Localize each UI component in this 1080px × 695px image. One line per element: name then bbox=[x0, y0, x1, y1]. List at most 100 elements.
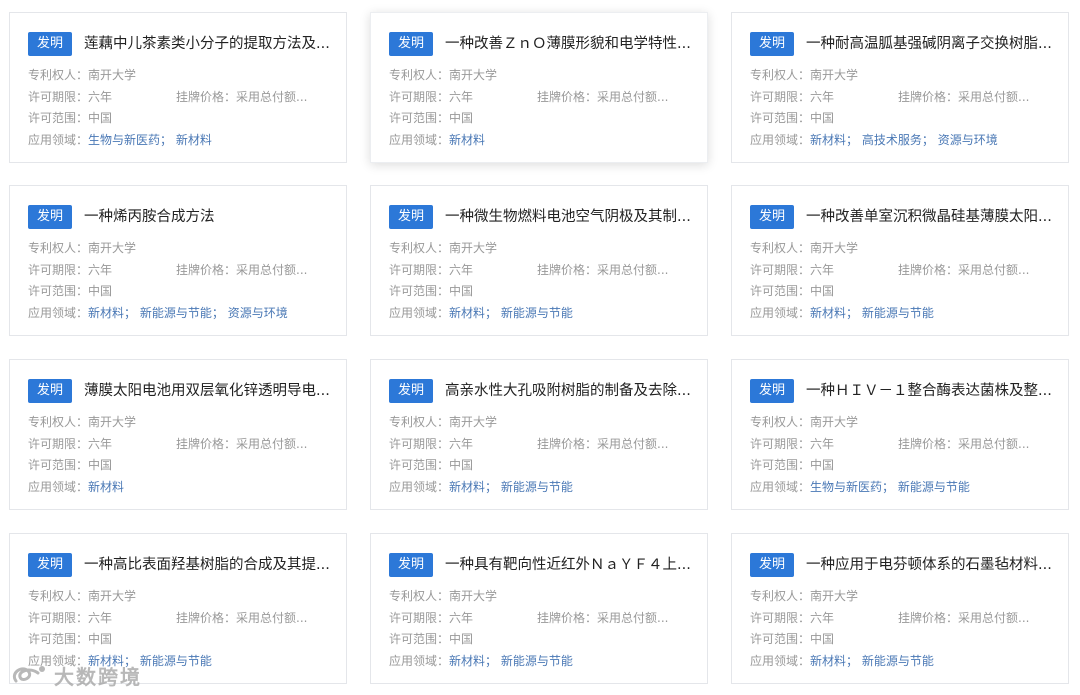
field-separator: ； bbox=[485, 306, 501, 320]
field-separator: ； bbox=[846, 306, 862, 320]
patent-title[interactable]: 一种ＨＩＶ－１整合酶表达菌株及整... bbox=[806, 379, 1058, 403]
field-tag-link[interactable]: 生物与新医药 bbox=[88, 133, 160, 147]
owner-label: 专利权人： bbox=[750, 241, 811, 255]
owner-value: 南开大学 bbox=[449, 68, 498, 82]
owner-label: 专利权人： bbox=[389, 589, 450, 603]
owner-value: 南开大学 bbox=[88, 241, 137, 255]
field-tag-link[interactable]: 资源与环境 bbox=[228, 306, 288, 320]
patent-title[interactable]: 一种烯丙胺合成方法 bbox=[84, 205, 336, 229]
patent-card[interactable]: 发明 一种微生物燃料电池空气阴极及其制... 专利权人：南开大学 许可期限：六年 挂牌价… bbox=[370, 185, 708, 336]
field-tag-link[interactable]: 高技术服务 bbox=[862, 133, 922, 147]
field-tag-link[interactable]: 新能源与节能 bbox=[862, 654, 934, 668]
field-tag-link[interactable]: 新材料 bbox=[810, 306, 846, 320]
owner-label: 专利权人： bbox=[750, 68, 811, 82]
owner-label: 专利权人： bbox=[750, 415, 811, 429]
field-tag-link[interactable]: 新材料 bbox=[88, 480, 124, 494]
field-tag-link[interactable]: 新能源与节能 bbox=[501, 654, 573, 668]
scope-label: 许可范围： bbox=[750, 284, 811, 298]
owner-row: 专利权人：南开大学 bbox=[389, 66, 497, 84]
price-label: 挂牌价格： bbox=[537, 263, 598, 277]
owner-row: 专利权人：南开大学 bbox=[750, 413, 858, 431]
field-tag-link[interactable]: 新材料 bbox=[176, 133, 212, 147]
field-label: 应用领域： bbox=[389, 480, 450, 494]
field-label: 应用领域： bbox=[28, 480, 89, 494]
field-tag-link[interactable]: 新材料 bbox=[449, 480, 485, 494]
patent-title[interactable]: 薄膜太阳电池用双层氧化锌透明导电... bbox=[84, 379, 336, 403]
patent-title[interactable]: 一种高比表面羟基树脂的合成及其提... bbox=[84, 553, 336, 577]
field-row: 应用领域：生物与新医药； 新材料 bbox=[28, 131, 212, 149]
field-separator: ； bbox=[211, 306, 228, 320]
patent-card[interactable]: 发明 一种具有靶向性近红外ＮａＹＦ４上... 专利权人：南开大学 许可期限：六年 挂牌价… bbox=[370, 533, 708, 684]
price-label: 挂牌价格： bbox=[176, 437, 237, 451]
scope-value: 中国 bbox=[449, 111, 474, 125]
patent-card[interactable]: 发明 高亲水性大孔吸附树脂的制备及去除... 专利权人：南开大学 许可期限：六年 挂牌价… bbox=[370, 359, 708, 510]
field-tag-link[interactable]: 新材料 bbox=[88, 306, 124, 320]
scope-label: 许可范围： bbox=[389, 632, 450, 646]
field-tag-link[interactable]: 新材料 bbox=[810, 133, 846, 147]
patent-card[interactable]: 发明 薄膜太阳电池用双层氧化锌透明导电... 专利权人：南开大学 许可期限：六年 挂牌价… bbox=[9, 359, 347, 510]
field-tag-link[interactable]: 新材料 bbox=[449, 133, 485, 147]
patent-title[interactable]: 一种具有靶向性近红外ＮａＹＦ４上... bbox=[445, 553, 697, 577]
patent-card[interactable]: 发明 一种应用于电芬顿体系的石墨毡材料... 专利权人：南开大学 许可期限：六年 挂牌价… bbox=[731, 533, 1069, 684]
price-value: 采用总付额... bbox=[958, 90, 1030, 104]
term-value: 六年 bbox=[810, 90, 835, 104]
term-value: 六年 bbox=[810, 611, 835, 625]
field-tag-link[interactable]: 新能源与节能 bbox=[862, 306, 934, 320]
patent-title[interactable]: 一种耐高温胍基强碱阴离子交换树脂... bbox=[806, 32, 1058, 56]
field-label: 应用领域： bbox=[389, 133, 450, 147]
patent-card[interactable]: 发明 一种改善ＺｎＯ薄膜形貌和电学特性... 专利权人：南开大学 许可期限：六年 挂牌价… bbox=[370, 12, 708, 163]
price-label: 挂牌价格： bbox=[898, 263, 959, 277]
patent-title[interactable]: 一种应用于电芬顿体系的石墨毡材料... bbox=[806, 553, 1058, 577]
patent-card[interactable]: 发明 莲藕中儿茶素类小分子的提取方法及... 专利权人：南开大学 许可期限：六年 挂牌价… bbox=[9, 12, 347, 163]
term-row: 许可期限：六年 bbox=[389, 88, 473, 106]
field-row: 应用领域：新材料 bbox=[389, 131, 485, 149]
scope-label: 许可范围： bbox=[750, 458, 811, 472]
field-tag-link[interactable]: 新能源与节能 bbox=[501, 306, 573, 320]
patent-card[interactable]: 发明 一种ＨＩＶ－１整合酶表达菌株及整... 专利权人：南开大学 许可期限：六年 挂牌价… bbox=[731, 359, 1069, 510]
field-tag-link[interactable]: 新材料 bbox=[449, 306, 485, 320]
price-row: 挂牌价格：采用总付额... bbox=[176, 435, 336, 453]
field-separator: ； bbox=[846, 133, 862, 147]
field-tag-link[interactable]: 新材料 bbox=[810, 654, 846, 668]
patent-card[interactable]: 发明 一种耐高温胍基强碱阴离子交换树脂... 专利权人：南开大学 许可期限：六年 挂牌价… bbox=[731, 12, 1069, 163]
price-value: 采用总付额... bbox=[958, 263, 1030, 277]
term-value: 六年 bbox=[810, 437, 835, 451]
patent-title[interactable]: 一种微生物燃料电池空气阴极及其制... bbox=[445, 205, 697, 229]
field-separator: ； bbox=[846, 654, 862, 668]
patent-title[interactable]: 高亲水性大孔吸附树脂的制备及去除... bbox=[445, 379, 697, 403]
owner-row: 专利权人：南开大学 bbox=[389, 587, 497, 605]
owner-value: 南开大学 bbox=[810, 415, 859, 429]
patent-card[interactable]: 发明 一种烯丙胺合成方法 专利权人：南开大学 许可期限：六年 挂牌价格：采用总付额...… bbox=[9, 185, 347, 336]
patent-title[interactable]: 一种改善单室沉积微晶硅基薄膜太阳... bbox=[806, 205, 1058, 229]
field-tag-link[interactable]: 新能源与节能 bbox=[140, 306, 212, 320]
field-tag-link[interactable]: 新能源与节能 bbox=[140, 654, 212, 668]
patent-card-grid: 发明 莲藕中儿茶素类小分子的提取方法及... 专利权人：南开大学 许可期限：六年 挂牌价… bbox=[0, 0, 1080, 695]
owner-value: 南开大学 bbox=[449, 415, 498, 429]
type-badge: 发明 bbox=[28, 553, 72, 577]
scope-label: 许可范围： bbox=[750, 632, 811, 646]
price-value: 采用总付额... bbox=[958, 437, 1030, 451]
scope-row: 许可范围：中国 bbox=[750, 630, 834, 648]
field-tag-link[interactable]: 新能源与节能 bbox=[501, 480, 573, 494]
term-value: 六年 bbox=[810, 263, 835, 277]
type-badge: 发明 bbox=[389, 379, 433, 403]
field-row: 应用领域：新材料； 高技术服务； 资源与环境 bbox=[750, 131, 998, 149]
patent-card[interactable]: 发明 一种改善单室沉积微晶硅基薄膜太阳... 专利权人：南开大学 许可期限：六年 挂牌价… bbox=[731, 185, 1069, 336]
field-tag-link[interactable]: 新材料 bbox=[449, 654, 485, 668]
patent-title[interactable]: 一种改善ＺｎＯ薄膜形貌和电学特性... bbox=[445, 32, 697, 56]
term-label: 许可期限： bbox=[28, 90, 89, 104]
field-tag-link[interactable]: 新能源与节能 bbox=[898, 480, 970, 494]
term-value: 六年 bbox=[88, 263, 113, 277]
patent-title[interactable]: 莲藕中儿茶素类小分子的提取方法及... bbox=[84, 32, 336, 56]
owner-value: 南开大学 bbox=[810, 589, 859, 603]
field-tag-link[interactable]: 生物与新医药 bbox=[810, 480, 882, 494]
type-badge: 发明 bbox=[750, 379, 794, 403]
watermark: 大数跨境 bbox=[8, 660, 142, 690]
owner-value: 南开大学 bbox=[449, 241, 498, 255]
scope-value: 中国 bbox=[88, 111, 113, 125]
type-badge: 发明 bbox=[28, 32, 72, 56]
field-tag-link[interactable]: 资源与环境 bbox=[938, 133, 998, 147]
field-separator: ； bbox=[124, 306, 140, 320]
term-row: 许可期限：六年 bbox=[389, 609, 473, 627]
scope-row: 许可范围：中国 bbox=[389, 630, 473, 648]
